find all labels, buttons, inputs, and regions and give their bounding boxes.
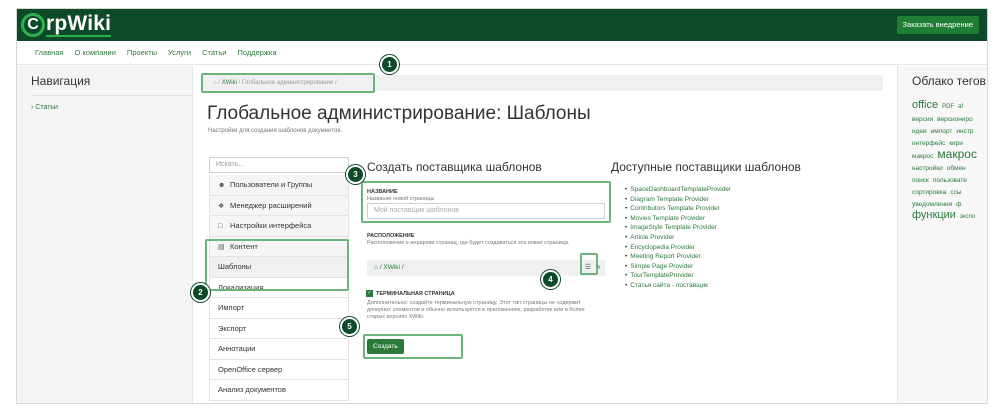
terminal-page-checkbox[interactable]: ✓ <box>366 290 373 297</box>
tag[interactable]: идеи <box>912 128 927 135</box>
users-icon: ☻ <box>218 182 226 189</box>
tag[interactable]: экспо <box>960 214 975 220</box>
provider-link[interactable]: Статья сайта - поставщик <box>625 281 731 291</box>
admin-menu-document-analysis[interactable]: Анализ документов <box>209 380 349 401</box>
admin-menu-interface[interactable]: □ Настройки интерфейса <box>209 216 349 237</box>
callout-badge-2: 2 <box>191 283 210 302</box>
provider-link[interactable]: Encyclopedia Provider <box>625 243 731 253</box>
callout-badge-4: 4 <box>541 270 560 289</box>
tag[interactable]: уведомления <box>912 201 952 208</box>
admin-search-input[interactable]: Искать... <box>209 157 349 173</box>
tag[interactable]: импорт <box>931 128 953 135</box>
menu-label: Пользователи и Группы <box>230 180 313 189</box>
terminal-page-label: ТЕРМИНАЛЬНАЯ СТРАНИЦА <box>376 291 455 297</box>
logo-mark: C <box>21 13 45 37</box>
terminal-page-hint: Дополнительно: создайте терминальную стр… <box>367 300 585 320</box>
callout-badge-5: 5 <box>340 317 359 336</box>
page-title: Глобальное администрирование: Шаблоны <box>207 103 591 124</box>
menu-item-support[interactable]: Поддержка <box>237 48 276 57</box>
location-picker[interactable]: ⌂ / XWiki / ☰ ✎ <box>367 260 605 276</box>
tag[interactable]: макрос <box>912 153 933 160</box>
provider-link[interactable]: Simple Page Provider <box>625 262 731 272</box>
browser-frame: C rpWiki Заказать внедрение Главная О ко… <box>16 8 988 404</box>
tag[interactable]: макрос <box>937 147 977 161</box>
tag[interactable]: сортировка <box>912 189 946 196</box>
tag[interactable]: версии <box>912 116 933 123</box>
menu-label: Настройки интерфейса <box>230 221 312 230</box>
menu-item-projects[interactable]: Проекты <box>127 48 157 57</box>
menu-label: Менеджер расширений <box>230 200 312 210</box>
menu-item-home[interactable]: Главная <box>35 48 64 57</box>
providers-list: SpaceDashboardTemplateProvider Diagram T… <box>625 185 731 291</box>
order-implementation-button[interactable]: Заказать внедрение <box>896 16 979 34</box>
home-icon: ⌂ <box>374 264 378 271</box>
tag[interactable]: функции <box>912 209 956 221</box>
menu-item-about[interactable]: О компании <box>75 48 116 57</box>
provider-link[interactable]: SpaceDashboardTemplateProvider <box>625 185 731 195</box>
admin-menu-openoffice[interactable]: OpenOffice сервер <box>209 359 349 380</box>
provider-link[interactable]: Diagram Template Provider <box>625 195 731 205</box>
tag[interactable]: настройки <box>912 165 943 172</box>
provider-link[interactable]: Contributors Template Provider <box>625 204 731 214</box>
site-logo[interactable]: C rpWiki <box>21 12 112 38</box>
location-hint: Расположение в иерархии страниц, где буд… <box>367 240 570 246</box>
admin-menu-extensions[interactable]: ❖ Менеджер расширений <box>209 195 349 216</box>
nav-link-articles[interactable]: › Статьи <box>31 104 192 111</box>
main-menu: Главная О компании Проекты Услуги Статьи… <box>17 41 987 65</box>
highlight-breadcrumb <box>201 73 375 93</box>
tag[interactable]: кири <box>949 140 963 147</box>
provider-link[interactable]: Movies Template Provider <box>625 214 731 224</box>
admin-menu-export[interactable]: Экспорт <box>209 318 349 339</box>
tag[interactable]: поиск <box>912 177 929 184</box>
provider-link[interactable]: TourTemplateProvider <box>625 271 731 281</box>
tag[interactable]: интерфейс <box>912 140 945 147</box>
callout-badge-3: 3 <box>346 165 365 184</box>
menu-item-articles[interactable]: Статьи <box>202 48 226 57</box>
provider-link[interactable]: ImageStyle Template Provider <box>625 223 731 233</box>
tag[interactable]: инстр <box>956 128 973 135</box>
navigation-panel: Навигация › Статьи <box>17 66 193 403</box>
tag-cloud: office PDF af версии версиониро идеи импорт и… <box>912 99 987 223</box>
tag[interactable]: ф <box>956 201 961 208</box>
callout-badge-1: 1 <box>380 55 399 74</box>
provider-link[interactable]: Meeting Report Provider <box>625 252 731 262</box>
location-xwiki[interactable]: XWiki <box>383 264 400 271</box>
providers-heading: Доступные поставщики шаблонов <box>611 160 801 174</box>
admin-menu-import[interactable]: Импорт <box>209 298 349 319</box>
highlight-tree-icon <box>580 253 598 275</box>
create-provider-heading: Создать поставщика шаблонов <box>367 160 542 174</box>
logo-text: rpWiki <box>46 12 112 37</box>
tag[interactable]: af <box>958 104 963 110</box>
highlight-create-button <box>363 334 463 359</box>
tag[interactable]: PDF <box>942 104 954 110</box>
puzzle-icon: ❖ <box>218 202 225 210</box>
provider-link[interactable]: Article Provider <box>625 233 731 243</box>
location-label: РАСПОЛОЖЕНИЕ <box>367 233 415 239</box>
navigation-title: Навигация <box>31 74 192 96</box>
window-icon: □ <box>218 223 223 230</box>
admin-menu-users[interactable]: ☻ Пользователи и Группы <box>209 175 349 196</box>
admin-menu-annotations[interactable]: Аннотации <box>209 339 349 360</box>
tag[interactable]: версиониро <box>937 116 973 123</box>
menu-item-services[interactable]: Услуги <box>168 48 191 57</box>
tag[interactable]: пользовате <box>933 177 967 184</box>
tag[interactable]: ссы <box>950 189 961 196</box>
top-bar: C rpWiki Заказать внедрение <box>17 9 987 41</box>
page-subtitle: Настройки для создания шаблонов документ… <box>208 128 343 134</box>
highlight-content-templates <box>205 239 349 291</box>
tag-cloud-title: Облако тегов <box>912 74 986 88</box>
tag[interactable]: office <box>912 99 938 111</box>
highlight-name-field <box>361 181 611 223</box>
tag-cloud-panel: Облако тегов office PDF af версии версионир… <box>897 66 987 403</box>
tag[interactable]: обмен <box>947 165 966 172</box>
